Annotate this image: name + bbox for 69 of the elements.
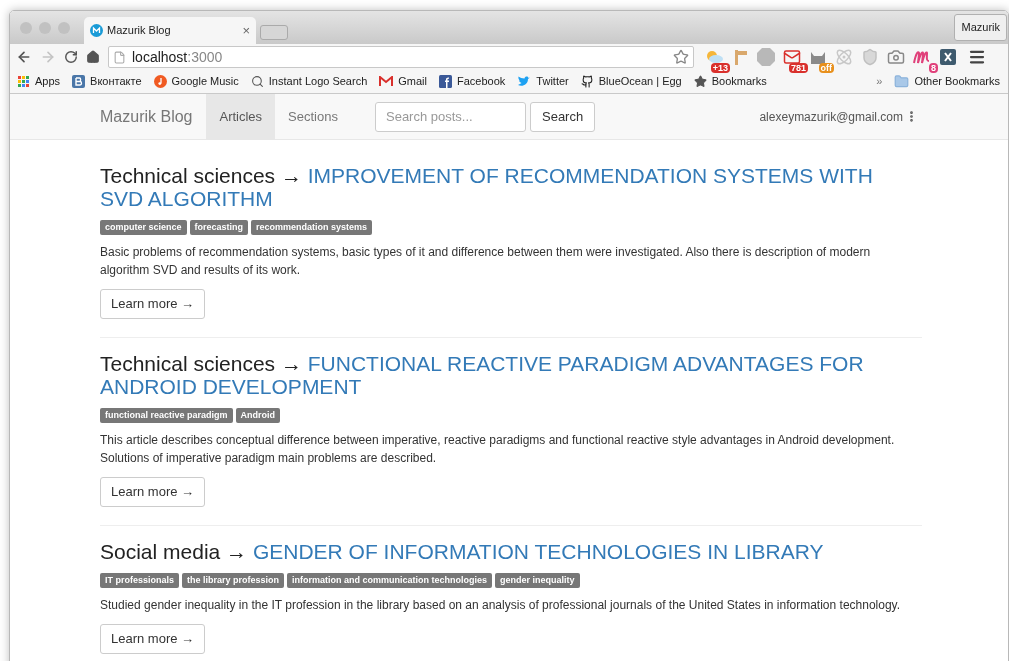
reload-icon[interactable] [64, 50, 78, 64]
nav-tab[interactable]: Sections [275, 93, 351, 140]
bookmark-link[interactable]: Вконтакте [72, 73, 142, 90]
article-summary: This article describes conceptual difference between imperative, reactive paradigms and functional reactive style advantages in Android development. Solutions of imperative paradigm main problems are described. [100, 432, 896, 467]
square-b-icon [72, 75, 86, 88]
stop-sign-icon [757, 48, 775, 66]
bookmark-star-icon[interactable] [673, 49, 689, 65]
page-icon [113, 50, 126, 64]
m-envelope-icon [379, 76, 394, 87]
article-summary: Studied gender inequality in the IT profession in the library based on an analysis of professional journals of the United States in information technology. [100, 597, 902, 614]
bookmark-link[interactable]: Gmail [379, 73, 427, 90]
bookmark-link[interactable]: Facebook [439, 73, 506, 90]
nav-tab[interactable]: Articles [206, 93, 276, 140]
extension-badge: 781 [788, 63, 808, 73]
profile-button[interactable]: Mazurik [954, 14, 1007, 41]
camera-icon [887, 48, 905, 66]
octocat-icon [580, 75, 594, 88]
tab-title: Mazurik Blog [107, 23, 172, 39]
x-tile-icon [940, 49, 956, 65]
more-bookmarks-button[interactable]: » [876, 73, 883, 90]
bookmark-link[interactable]: Google Music [153, 73, 239, 90]
search-button[interactable]: Search [530, 101, 596, 132]
search-icon [250, 75, 264, 88]
tag-label: IT professionals [100, 573, 180, 588]
article-heading: Technical sciences → FUNCTIONAL REACTIVE PARADIGM ADVANTAGES FOR ANDROID DEVELOPMENT [100, 352, 865, 398]
bird-icon [517, 75, 532, 88]
tag-label: gender inequality [495, 573, 580, 588]
tag-label: computer science [100, 220, 187, 235]
tag-label: Android [235, 408, 281, 423]
bookmark-link[interactable]: Twitter [517, 73, 569, 90]
bookmark-link[interactable]: Bookmarks [693, 73, 767, 90]
folder-icon [894, 74, 910, 89]
article-summary: Basic problems of recommendation systems, basic types of it and difference between them were investigated. Also there is description of modern algorithm SVD and results of its work. [100, 244, 872, 279]
article-heading: Social media → GENDER OF INFORMATION TECHNOLOGIES IN LIBRARY [100, 540, 825, 563]
bookmark-link[interactable]: Apps [18, 73, 61, 90]
tag-label: functional reactive paradigm [100, 408, 233, 423]
atom-icon [835, 48, 853, 66]
user-email[interactable]: alexeymazurik@gmail.com [759, 107, 903, 126]
bookmark-link[interactable]: Instant Logo Search [250, 73, 368, 90]
tag-label: information and communication technologies [287, 573, 493, 588]
learn-more-button[interactable]: Learn more → [100, 477, 206, 507]
grid-icon [18, 75, 30, 88]
article-heading: Technical sciences → IMPROVEMENT OF RECOMMENDATION SYSTEMS WITH SVD ALGORITHM [100, 164, 874, 210]
learn-more-button[interactable]: Learn more → [100, 624, 206, 654]
extension-badge: off [818, 63, 834, 73]
star-icon [693, 75, 707, 88]
search-field[interactable]: Search posts... [375, 101, 526, 132]
mail-icon [783, 48, 801, 66]
tag-label: recommendation systems [251, 220, 373, 235]
address-bar[interactable]: localhost:3000 [108, 46, 694, 68]
tag-label: forecasting [189, 220, 249, 235]
other-bookmarks-folder[interactable]: Other Bookmarks [894, 73, 1000, 90]
extension-badge: +13 [710, 63, 730, 73]
url-text: localhost:3000 [132, 47, 224, 67]
menu-icon[interactable] [968, 48, 986, 66]
shield-icon [861, 48, 879, 66]
script-m-icon [913, 49, 931, 65]
f-square-icon [439, 75, 452, 88]
tag-label: the library profession [182, 573, 285, 588]
home-icon[interactable] [86, 50, 100, 64]
tab-close-button[interactable]: × [242, 20, 250, 41]
music-note-icon [153, 75, 167, 88]
back-icon[interactable] [16, 49, 32, 65]
bookmark-link[interactable]: BlueOcean | Egg [580, 73, 682, 90]
brand-link[interactable]: Mazurik Blog [100, 104, 193, 129]
site-logo-icon [90, 24, 103, 37]
learn-more-button[interactable]: Learn more → [100, 289, 206, 319]
weather-icon [704, 49, 724, 65]
browser-tab[interactable]: Mazurik Blog × [84, 17, 256, 44]
